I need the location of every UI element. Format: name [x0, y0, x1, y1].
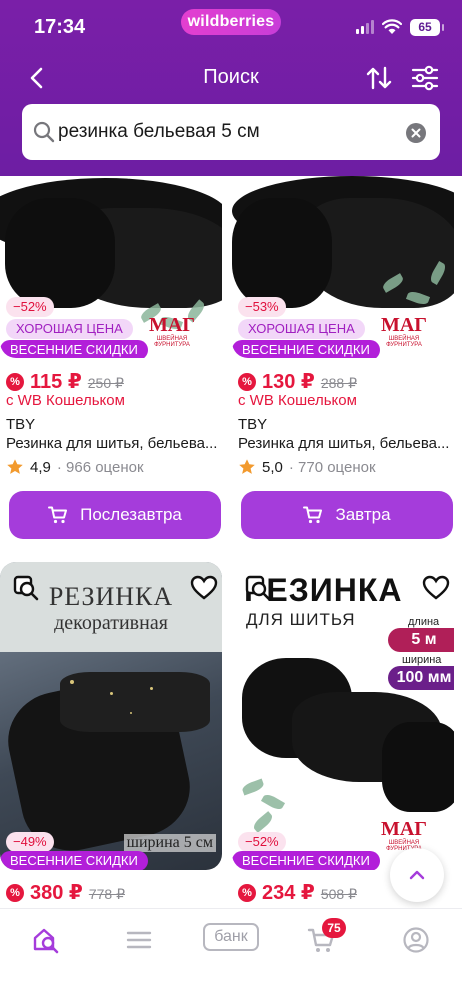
bottom-nav: банк 75 [0, 908, 462, 1000]
product-card[interactable]: −53% ХОРОШАЯ ЦЕНА ВЕСЕННИЕ СКИДКИ МАГ ШВ… [232, 176, 454, 546]
add-to-cart-button[interactable]: Послезавтра [9, 491, 221, 539]
product-name: Резинка для шитья, бельева... [6, 435, 218, 452]
price-row: 234 ₽ 508 ₽ [238, 880, 357, 905]
product-brand: TBY [238, 416, 268, 433]
header: 17:34 wildberries 65 Поиск [0, 0, 462, 176]
wallet-note: с WB Кошельком [238, 392, 357, 409]
image-subtitle: декоративная [54, 612, 168, 634]
home-search-icon[interactable] [31, 925, 61, 955]
discount-badge: −53% [238, 297, 286, 317]
brand-pill: wildberries [181, 9, 281, 35]
price-row: 115 ₽ 250 ₽ [6, 369, 124, 394]
rating-row: 5,0 · 770 оценок [238, 458, 376, 476]
cart-icon [48, 506, 68, 524]
rating-row: 4,9 · 966 оценок [6, 458, 144, 476]
scroll-to-top-button[interactable] [390, 848, 444, 902]
cart-count-badge: 75 [322, 918, 346, 938]
brand-logo: МАГ ШВЕЙНАЯ ФУРНИТУРА [148, 314, 196, 348]
nav-bar: Поиск [0, 58, 462, 98]
price-row: 130 ₽ 288 ₽ [238, 369, 357, 394]
battery-icon: 65 [410, 18, 444, 36]
cart-icon [303, 506, 323, 524]
sort-button[interactable] [364, 64, 394, 92]
delivery-label: Завтра [335, 505, 391, 524]
sale-badge: ВЕСЕННИЕ СКИДКИ [232, 851, 380, 870]
image-subtitle: ДЛЯ ШИТЬЯ [246, 610, 356, 629]
catalog-menu-icon[interactable] [125, 925, 153, 955]
status-time: 17:34 [34, 16, 86, 38]
search-icon [33, 121, 55, 143]
product-image[interactable]: РЕЗИНКА декоративная ширина 5 см −49% ВЕ… [0, 562, 222, 870]
rating-value: 4,9 [30, 458, 51, 476]
product-card[interactable]: РЕЗИНКА декоративная ширина 5 см −49% ВЕ… [0, 562, 222, 908]
review-count: · 966 оценок [56, 458, 144, 476]
old-price: 778 ₽ [88, 886, 125, 902]
price: 380 ₽ [30, 882, 83, 904]
chevron-up-icon [409, 870, 425, 880]
favorite-heart-icon[interactable] [190, 574, 218, 602]
product-card[interactable]: −52% ХОРОШАЯ ЦЕНА ВЕСЕННИЕ СКИДКИ МАГ ШВ… [0, 176, 222, 546]
image-width-label: ширина 5 см [123, 834, 216, 852]
sale-badge: ВЕСЕННИЕ СКИДКИ [232, 340, 380, 358]
brand-logo: МАГ ШВЕЙНАЯ ФУРНИТУРА [380, 818, 428, 852]
product-brand: TBY [6, 416, 36, 433]
discount-badge: −52% [6, 297, 54, 317]
product-name: Резинка для шитья, бельева... [238, 435, 450, 452]
add-to-cart-button[interactable]: Завтра [241, 491, 453, 539]
product-image[interactable]: −52% ХОРОШАЯ ЦЕНА ВЕСЕННИЕ СКИДКИ МАГ ШВ… [0, 176, 222, 358]
width-value: 100 мм [388, 666, 454, 690]
rating-value: 5,0 [262, 458, 283, 476]
width-label: ширина [402, 654, 442, 666]
filter-button[interactable] [410, 64, 440, 92]
wallet-note: с WB Кошельком [6, 392, 125, 409]
old-price: 508 ₽ [320, 886, 357, 902]
status-icons: 65 [356, 18, 444, 36]
good-price-badge: ХОРОШАЯ ЦЕНА [238, 319, 365, 339]
sale-badge: ВЕСЕННИЕ СКИДКИ [0, 851, 148, 870]
bank-tab[interactable]: банк [203, 923, 259, 951]
star-icon [7, 459, 23, 474]
old-price: 288 ₽ [320, 375, 357, 391]
clear-search-button[interactable] [406, 123, 426, 143]
delivery-label: Послезавтра [80, 505, 182, 524]
discount-percent-icon [238, 372, 256, 391]
price: 234 ₽ [262, 882, 315, 904]
old-price: 250 ₽ [87, 375, 124, 391]
price: 130 ₽ [262, 371, 315, 393]
discount-badge: −49% [6, 832, 54, 852]
length-label: длина [408, 616, 440, 628]
sale-badge: ВЕСЕННИЕ СКИДКИ [0, 340, 148, 358]
price-row: 380 ₽ 778 ₽ [6, 880, 125, 905]
cellular-signal-icon [356, 20, 374, 34]
good-price-badge: ХОРОШАЯ ЦЕНА [6, 319, 133, 339]
length-value: 5 м [388, 628, 454, 652]
search-input[interactable] [58, 118, 398, 146]
search-box[interactable] [22, 104, 440, 160]
discount-percent-icon [6, 372, 24, 391]
review-count: · 770 оценок [288, 458, 376, 476]
status-bar: 17:34 wildberries 65 [0, 0, 462, 54]
profile-icon[interactable] [402, 925, 430, 955]
favorite-heart-icon[interactable] [422, 574, 450, 602]
discount-badge: −52% [238, 832, 286, 852]
product-image[interactable]: РЕЗИНКА ДЛЯ ШИТЬЯ длина 5 м ширина 100 м… [232, 562, 454, 870]
find-similar-icon[interactable] [244, 574, 272, 602]
product-image[interactable]: −53% ХОРОШАЯ ЦЕНА ВЕСЕННИЕ СКИДКИ МАГ ШВ… [232, 176, 454, 358]
discount-percent-icon [238, 883, 256, 902]
brand-logo: МАГ ШВЕЙНАЯ ФУРНИТУРА [380, 314, 428, 348]
find-similar-icon[interactable] [12, 574, 40, 602]
price: 115 ₽ [30, 371, 82, 393]
wifi-icon [382, 19, 402, 34]
star-icon [239, 459, 255, 474]
discount-percent-icon [6, 883, 24, 902]
product-grid: −52% ХОРОШАЯ ЦЕНА ВЕСЕННИЕ СКИДКИ МАГ ШВ… [0, 176, 462, 908]
close-icon [411, 128, 421, 138]
